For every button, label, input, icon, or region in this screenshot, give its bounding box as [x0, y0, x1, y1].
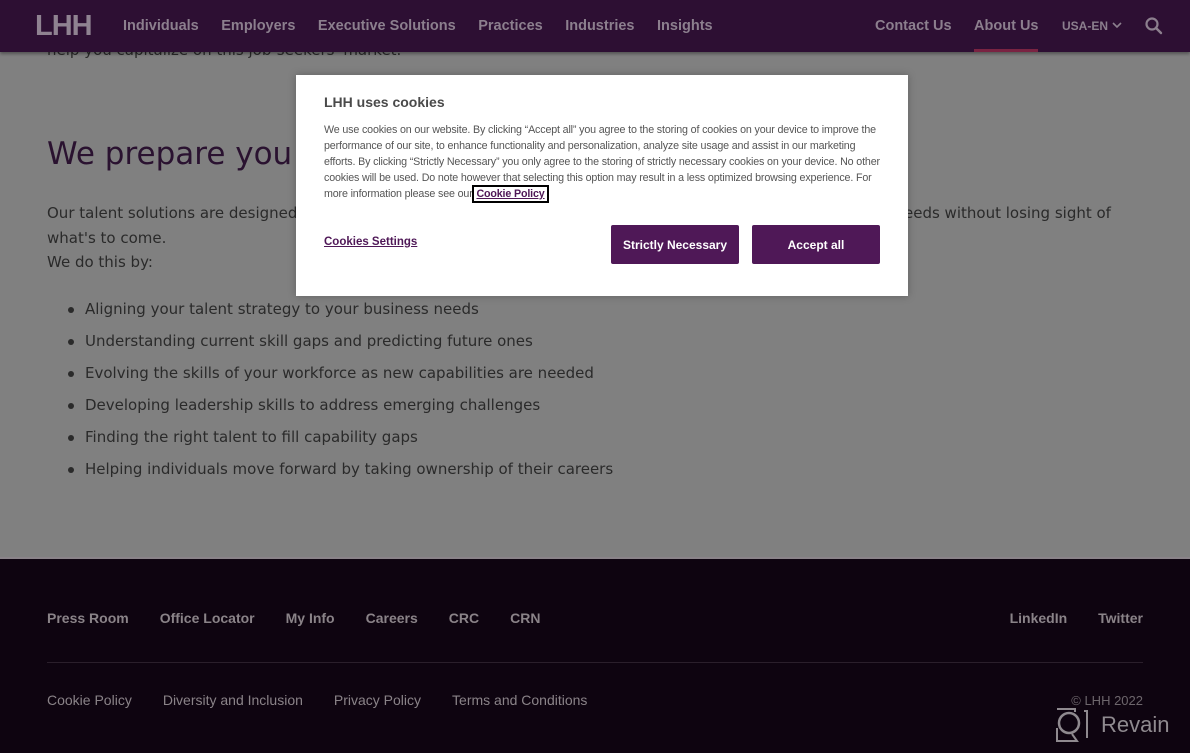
paragraph-line3: We do this by: [47, 253, 153, 271]
paragraph-line2: what's to come. [47, 228, 167, 247]
lhh-logo[interactable]: LHH [35, 10, 93, 43]
footer-link-crn[interactable]: CRN [510, 610, 540, 626]
nav-contact-us[interactable]: Contact Us [875, 18, 952, 34]
cookie-dialog-text: We use cookies on our website. By clicki… [324, 124, 880, 200]
chevron-down-icon [1112, 21, 1122, 32]
paragraph-line1-left: Our talent solutions are designed to [47, 204, 318, 222]
utility-nav: Contact Us About Us USA-EN [875, 0, 1164, 52]
legal-link-cookie-policy[interactable]: Cookie Policy [47, 692, 132, 708]
list-item: Understanding current skill gaps and pre… [67, 329, 613, 361]
cookie-dialog-body: We use cookies on our website. By clicki… [324, 122, 889, 203]
footer-link-press-room[interactable]: Press Room [47, 610, 129, 626]
site-header: LHH Individuals Employers Executive Solu… [0, 0, 1190, 52]
footer-link-my-info[interactable]: My Info [286, 610, 335, 626]
list-item: Evolving the skills of your workforce as… [67, 361, 613, 393]
locale-label: USA-EN [1061, 19, 1108, 33]
search-icon[interactable] [1144, 16, 1164, 36]
paragraph-line1-right: eeds without losing sight of [904, 204, 1111, 222]
footer-link-office-locator[interactable]: Office Locator [160, 610, 255, 626]
footer-links: Press Room Office Locator My Info Career… [47, 610, 571, 626]
legal-link-privacy[interactable]: Privacy Policy [334, 692, 421, 708]
legal-link-diversity[interactable]: Diversity and Inclusion [163, 692, 303, 708]
locale-selector[interactable]: USA-EN [1062, 19, 1122, 33]
nav-industries[interactable]: Industries [565, 18, 634, 34]
cookies-settings-link[interactable]: Cookies Settings [324, 236, 417, 248]
footer-link-linkedin[interactable]: LinkedIn [1010, 610, 1068, 626]
social-links: LinkedIn Twitter [979, 610, 1143, 626]
nav-employers[interactable]: Employers [221, 18, 295, 34]
nav-executive-solutions[interactable]: Executive Solutions [318, 18, 456, 34]
strictly-necessary-button[interactable]: Strictly Necessary [611, 225, 739, 264]
revain-logo-icon [1056, 708, 1088, 742]
section-heading: We prepare you fo [47, 136, 332, 172]
footer-link-twitter[interactable]: Twitter [1098, 610, 1143, 626]
legal-links: Cookie Policy Diversity and Inclusion Pr… [47, 692, 618, 708]
cookie-dialog-title: LHH uses cookies [324, 94, 445, 110]
revain-watermark: Revain [1055, 708, 1169, 742]
footer-link-crc[interactable]: CRC [449, 610, 479, 626]
footer-divider [47, 662, 1143, 663]
watermark-text: Revain [1101, 712, 1170, 737]
primary-nav: Individuals Employers Executive Solution… [123, 0, 735, 52]
legal-link-terms[interactable]: Terms and Conditions [452, 692, 587, 708]
nav-individuals[interactable]: Individuals [123, 18, 199, 34]
accept-all-button[interactable]: Accept all [752, 225, 880, 264]
site-footer: Press Room Office Locator My Info Career… [0, 557, 1190, 753]
nav-practices[interactable]: Practices [478, 18, 543, 34]
cookie-consent-dialog: LHH uses cookies We use cookies on our w… [296, 75, 908, 296]
list-item: Developing leadership skills to address … [67, 393, 613, 425]
copyright: © LHH 2022 [1071, 693, 1143, 708]
list-item: Finding the right talent to fill capabil… [67, 425, 613, 457]
footer-link-careers[interactable]: Careers [366, 610, 418, 626]
capabilities-list: Aligning your talent strategy to your bu… [67, 297, 613, 489]
nav-insights[interactable]: Insights [657, 18, 713, 34]
list-item: Helping individuals move forward by taki… [67, 457, 613, 489]
nav-about-us[interactable]: About Us [974, 18, 1039, 52]
cookie-policy-link[interactable]: Cookie Policy [472, 185, 549, 203]
list-item: Aligning your talent strategy to your bu… [67, 297, 613, 329]
